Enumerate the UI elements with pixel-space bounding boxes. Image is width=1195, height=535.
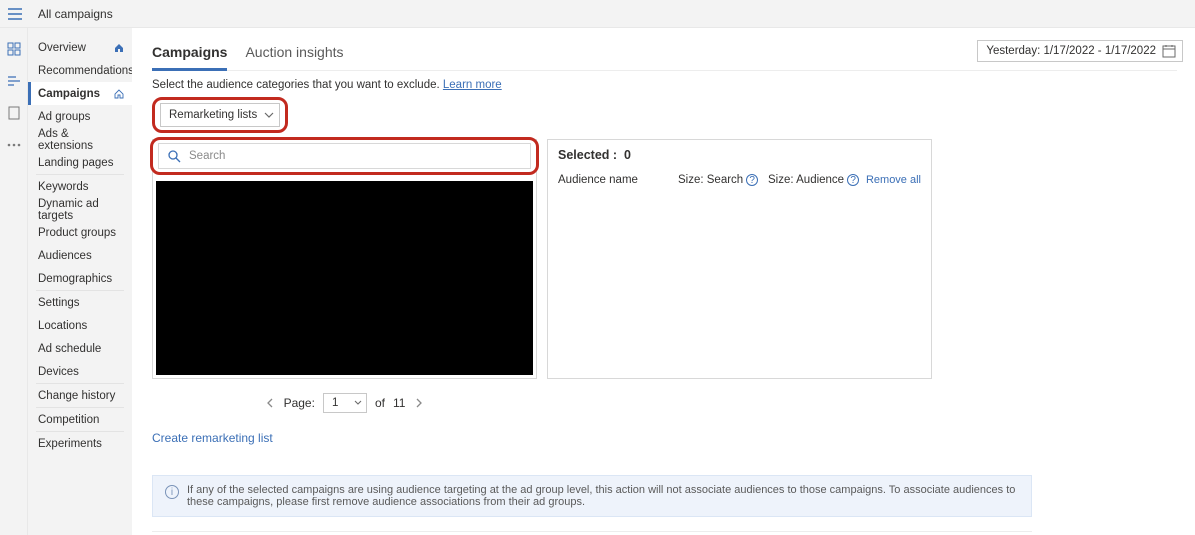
sidebar: Overview Recommendations Campaigns Ad gr… [28,28,132,535]
sidebar-item-label: Competition [38,414,99,426]
tab-label: Campaigns [152,44,227,60]
sidebar-item-ad-schedule[interactable]: Ad schedule [28,337,132,360]
chevron-down-icon [264,110,274,120]
chevron-down-icon [354,399,362,407]
tab-label: Auction insights [245,44,343,60]
sidebar-item-ads-extensions[interactable]: Ads & extensions [28,128,132,151]
search-input[interactable] [189,150,522,162]
pager-prev-icon[interactable] [264,398,276,408]
pager: Page: 1 of 11 [152,393,537,413]
separator [152,531,1032,532]
sidebar-item-keywords[interactable]: Keywords [28,175,132,198]
sidebar-item-recommendations[interactable]: Recommendations [28,59,132,82]
col-size-audience: Size: Audience ? [768,174,863,186]
rail-recommendations-icon[interactable] [5,72,23,90]
dropdown-selected: Remarketing lists [169,109,257,121]
info-icon: i [165,485,179,499]
sidebar-item-locations[interactable]: Locations [28,314,132,337]
sidebar-item-label: Settings [38,297,80,309]
search-box[interactable] [158,143,531,169]
sidebar-item-dynamic-ad-targets[interactable]: Dynamic ad targets [28,198,132,221]
pager-of: of [375,396,385,410]
sidebar-item-label: Landing pages [38,157,113,169]
sidebar-item-demographics[interactable]: Demographics [28,267,132,290]
selected-header: Selected : 0 [548,140,931,170]
help-icon[interactable]: ? [746,174,758,186]
sidebar-item-label: Product groups [38,227,116,239]
sidebar-item-label: Campaigns [38,88,100,100]
date-range-picker[interactable]: Yesterday: 1/17/2022 - 1/17/2022 [977,40,1183,62]
sidebar-item-label: Audiences [38,250,92,262]
audience-type-dropdown[interactable]: Remarketing lists [160,103,280,127]
sidebar-item-ad-groups[interactable]: Ad groups [28,105,132,128]
sidebar-item-label: Experiments [38,438,102,450]
top-bar: All campaigns [0,0,1195,28]
home-icon [114,43,124,53]
sidebar-item-experiments[interactable]: Experiments [28,432,132,455]
sidebar-item-change-history[interactable]: Change history [28,384,132,407]
help-icon[interactable]: ? [847,174,859,186]
pager-label: Page: [284,396,315,410]
sidebar-item-label: Keywords [38,181,89,193]
sidebar-item-campaigns[interactable]: Campaigns [28,82,132,105]
sidebar-item-overview[interactable]: Overview [28,36,132,59]
col-size-search: Size: Search ? [678,174,768,186]
available-audiences-panel [152,139,537,379]
pager-next-icon[interactable] [413,398,425,408]
rail-more-icon[interactable] [5,136,23,154]
info-banner-text: If any of the selected campaigns are usi… [187,484,1019,508]
selected-audiences-panel: Selected : 0 Audience name Size: Search … [547,139,932,379]
create-remarketing-link[interactable]: Create remarketing list [152,431,1177,445]
audience-list-area[interactable] [156,181,533,375]
sidebar-item-competition[interactable]: Competition [28,408,132,431]
highlight-dropdown: Remarketing lists [152,97,288,133]
highlight-search [150,137,539,175]
sidebar-item-devices[interactable]: Devices [28,360,132,383]
sidebar-item-label: Change history [38,390,115,402]
sidebar-item-label: Ads & extensions [38,128,124,152]
rail-overview-icon[interactable] [5,40,23,58]
sidebar-item-label: Dynamic ad targets [38,198,124,222]
rail-campaigns-icon[interactable] [5,104,23,122]
pager-total: 11 [393,396,405,410]
sidebar-item-audiences[interactable]: Audiences [28,244,132,267]
main-content: Yesterday: 1/17/2022 - 1/17/2022 Campaig… [132,28,1195,535]
learn-more-link[interactable]: Learn more [443,79,502,91]
home-icon [114,89,124,99]
search-icon [167,149,181,163]
sidebar-item-settings[interactable]: Settings [28,291,132,314]
sidebar-item-label: Overview [38,42,86,54]
icon-rail [0,28,28,535]
tab-campaigns[interactable]: Campaigns [152,40,227,71]
sidebar-item-label: Demographics [38,273,112,285]
sidebar-item-label: Recommendations [38,65,134,77]
pager-page-select[interactable]: 1 [323,393,367,413]
breadcrumb[interactable]: All campaigns [38,7,113,21]
sidebar-item-label: Ad schedule [38,343,101,355]
sidebar-item-label: Ad groups [38,111,90,123]
selected-columns: Audience name Size: Search ? Size: Audie… [548,170,931,190]
tab-auction-insights[interactable]: Auction insights [245,40,343,70]
date-range-label: Yesterday: 1/17/2022 - 1/17/2022 [986,45,1156,57]
sidebar-item-product-groups[interactable]: Product groups [28,221,132,244]
info-banner: i If any of the selected campaigns are u… [152,475,1032,517]
sidebar-item-label: Devices [38,366,79,378]
hamburger-icon[interactable] [6,5,24,23]
sidebar-item-label: Locations [38,320,87,332]
remove-all-link[interactable]: Remove all [866,174,921,186]
sidebar-item-landing-pages[interactable]: Landing pages [28,151,132,174]
calendar-icon [1162,44,1176,58]
col-audience-name: Audience name [558,174,678,186]
instruction-text: Select the audience categories that you … [152,79,1177,91]
